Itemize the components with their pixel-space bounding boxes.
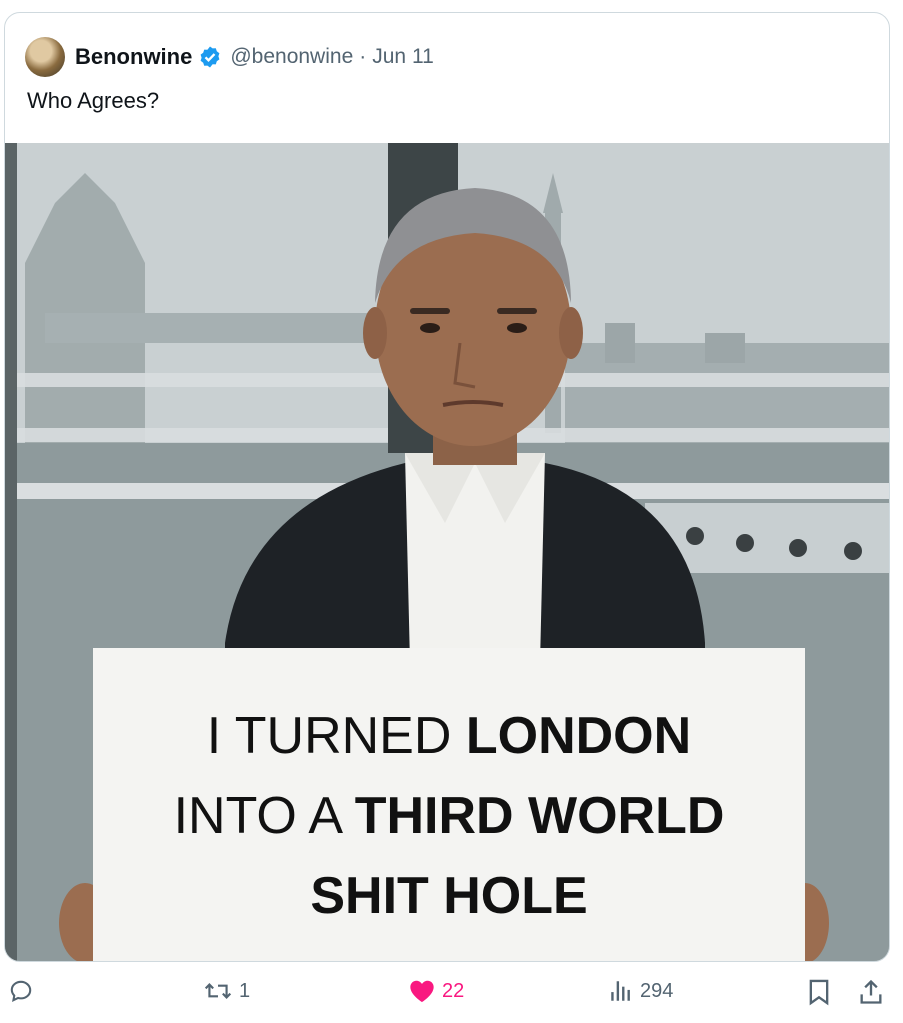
verified-badge-icon: [200, 46, 220, 68]
like-count: 22: [442, 979, 465, 1002]
views-count: 294: [640, 979, 674, 1002]
views-chart-icon: [611, 981, 630, 1001]
heart-icon: [410, 980, 434, 1003]
tweet-text: Who Agrees?: [27, 88, 160, 113]
retweet-icon: [204, 983, 232, 999]
bookmark-icon: [809, 979, 829, 1006]
sign-line-1: I TURNED LONDON: [207, 707, 691, 765]
tweet-header: Benonwine @benonwine · Jun 11: [25, 35, 434, 79]
tweet-image[interactable]: I TURNED LONDON INTO A THIRD WORLD SHIT …: [5, 143, 889, 961]
retweet-count: 1: [239, 979, 251, 1002]
reply-button[interactable]: [8, 978, 40, 1004]
author-name[interactable]: Benonwine: [75, 44, 192, 70]
like-button[interactable]: 22: [408, 978, 464, 1004]
tweet-card[interactable]: Benonwine @benonwine · Jun 11 Who Agrees…: [4, 12, 890, 962]
views-button[interactable]: 294: [608, 978, 673, 1004]
meme-image: I TURNED LONDON INTO A THIRD WORLD SHIT …: [5, 143, 889, 961]
share-button[interactable]: [858, 978, 884, 1006]
author-handle[interactable]: @benonwine: [230, 45, 353, 69]
reply-icon: [10, 980, 32, 1003]
sign-line-3: SHIT HOLE: [310, 867, 587, 925]
tweet-date[interactable]: Jun 11: [372, 45, 434, 69]
avatar[interactable]: [25, 37, 65, 77]
retweet-button[interactable]: 1: [203, 978, 250, 1004]
meta-separator: ·: [359, 45, 367, 68]
share-icon: [860, 979, 882, 1004]
bookmark-button[interactable]: [806, 978, 832, 1006]
sign-line-2: INTO A THIRD WORLD: [174, 787, 725, 845]
tweet-actions-bar: 1 22 294: [0, 978, 903, 1022]
